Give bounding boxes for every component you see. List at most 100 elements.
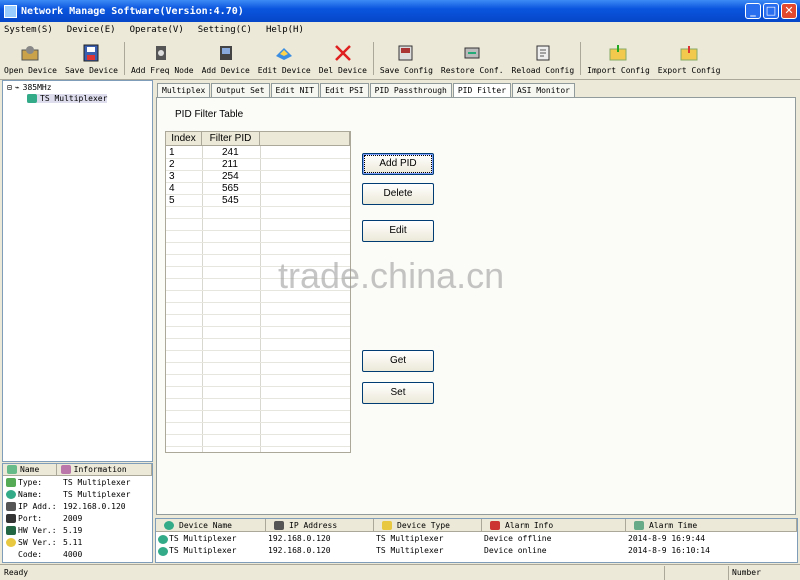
column-header-filter-pid[interactable]: Filter PID [202,132,260,146]
tab-multiplex[interactable]: Multiplex [157,83,211,97]
delete-icon [332,43,354,63]
table-cell-pid[interactable]: 211 [222,159,238,171]
add-pid-button[interactable]: Add PID [362,153,434,175]
toolbar-label: Save Device [64,66,118,75]
alarm-header-device-name[interactable]: Device Name [156,519,266,532]
table-grid-line [166,230,350,231]
tab-strip: Multiplex Output Set Edit NIT Edit PSI P… [157,83,576,98]
del-device-button[interactable]: Del Device [315,38,371,79]
device-info-panel: Name Information Type: TS Multiplexer Nam… [2,463,153,563]
alarm-cell: Device online [484,546,547,555]
status-pane [664,565,728,580]
status-number: Number [728,565,778,580]
edit-device-icon [273,43,295,63]
info-row-sw: SW Ver.: 5.11 [3,536,152,548]
clock-icon [634,520,644,530]
tab-edit-nit[interactable]: Edit NIT [270,83,320,97]
table-grid-line [166,410,350,411]
table-grid-line [166,302,350,303]
hardware-icon [6,525,16,535]
menu-device[interactable]: Device(E) [67,25,116,35]
info-row-hw: HW Ver.: 5.19 [3,524,152,536]
export-config-icon [678,43,700,63]
table-cell-index[interactable]: 5 [169,195,175,207]
table-grid-line [166,422,350,423]
edit-button[interactable]: Edit [362,220,434,242]
restore-config-icon [461,43,483,63]
toolbar-label: Save Config [379,66,433,75]
maximize-button[interactable]: □ [763,3,779,19]
info-row-ip: IP Add.: 192.168.0.120 [3,500,152,512]
reload-config-button[interactable]: Reload Config [508,38,579,79]
alarm-cell: 192.168.0.120 [268,546,331,555]
restore-config-button[interactable]: Restore Conf. [437,38,508,79]
tab-pid-filter[interactable]: PID Filter [452,83,512,98]
tab-pid-passthrough[interactable]: PID Passthrough [369,83,452,97]
get-button[interactable]: Get [362,350,434,372]
info-row-name: Name: TS Multiplexer [3,488,152,500]
alarm-header-alarm-info[interactable]: Alarm Info [482,519,626,532]
table-grid-line [166,242,350,243]
table-grid-line [166,182,350,183]
app-icon [4,4,17,18]
close-button[interactable]: ✕ [781,3,797,19]
table-grid-line [166,434,350,435]
alarm-header-alarm-time[interactable]: Alarm Time [626,519,797,532]
import-config-button[interactable]: Import Config [583,38,654,79]
panel-title: PID Filter Table [175,109,244,120]
column-header-empty [260,132,350,146]
edit-device-button[interactable]: Edit Device [254,38,315,79]
device-tree: ⊟ ⌁ 385MHz TS Multiplexer [2,80,153,462]
open-device-button[interactable]: Open Device [0,38,61,79]
tab-output-set[interactable]: Output Set [211,83,270,97]
export-config-button[interactable]: Export Config [654,38,725,79]
menu-setting[interactable]: Setting(C) [198,25,252,35]
table-grid-line [166,362,350,363]
delete-button[interactable]: Delete [362,183,434,205]
minimize-button[interactable]: _ [745,3,761,19]
menu-help[interactable]: Help(H) [266,25,304,35]
device-icon [27,94,37,103]
tab-asi-monitor[interactable]: ASI Monitor [512,83,575,97]
menu-operate[interactable]: Operate(V) [130,25,184,35]
column-header-index[interactable]: Index [166,132,202,146]
import-config-icon [607,43,629,63]
toolbar-separator [123,42,125,75]
tree-node-ts-multiplexer[interactable]: TS Multiplexer [27,94,108,103]
pid-filter-panel: PID Filter Table Index Filter PID 1 241 … [156,97,796,515]
table-cell-index[interactable]: 4 [169,183,175,195]
frequency-icon: ⌁ [14,83,20,92]
toolbar-label: Add Freq Node [130,66,194,75]
menu-system[interactable]: System(S) [4,25,53,35]
save-device-button[interactable]: Save Device [61,38,122,79]
status-bar: Ready Number [0,564,800,580]
window-title: Network Manage Software(Version:4.70) [21,5,244,17]
collapse-icon[interactable]: ⊟ [7,83,12,92]
type-icon [382,520,392,530]
table-grid-line [166,374,350,375]
alarm-header-ip-address[interactable]: IP Address [266,519,374,532]
info-row-type: Type: TS Multiplexer [3,476,152,488]
table-cell-pid[interactable]: 241 [222,147,239,159]
toolbar-separator [580,42,582,75]
save-config-button[interactable]: Save Config [376,38,437,79]
table-cell-index[interactable]: 1 [169,147,175,159]
tree-node-root[interactable]: ⊟ ⌁ 385MHz [7,83,52,92]
device-status-icon [158,535,168,544]
table-cell-pid[interactable]: 254 [222,171,239,183]
table-cell-index[interactable]: 2 [169,159,175,171]
tab-edit-psi[interactable]: Edit PSI [320,83,369,97]
alarm-header-device-type[interactable]: Device Type [374,519,482,532]
add-freq-node-button[interactable]: Add Freq Node [127,38,198,79]
table-grid-line [166,194,350,195]
table-cell-index[interactable]: 3 [169,171,175,183]
set-button[interactable]: Set [362,382,434,404]
alarm-cell: 2014-8-9 16:9:44 [628,534,706,543]
table-cell-pid[interactable]: 545 [222,195,239,207]
alarm-cell: TS Multiplexer [169,546,237,555]
port-icon [6,513,16,523]
table-cell-pid[interactable]: 565 [222,183,239,195]
add-device-button[interactable]: Add Device [198,38,254,79]
table-grid-line [166,398,350,399]
table-grid-line [166,158,350,159]
